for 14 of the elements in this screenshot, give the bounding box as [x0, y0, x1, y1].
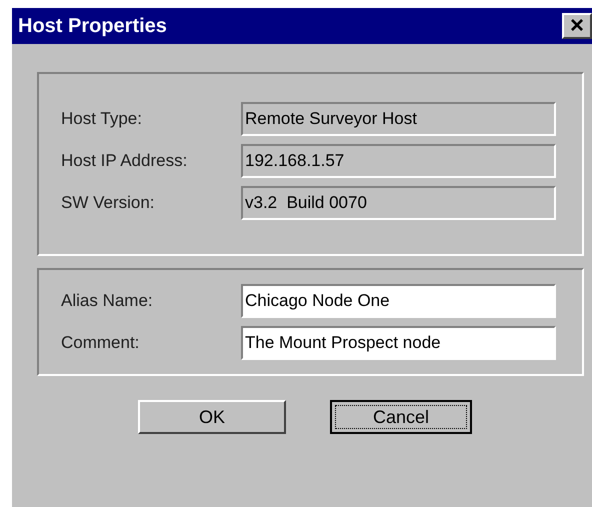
window-title: Host Properties: [18, 14, 167, 39]
read-only-field: Remote Surveyor Host: [241, 102, 556, 136]
input-field[interactable]: Chicago Node One: [241, 284, 556, 318]
field-label: Host IP Address:: [61, 150, 188, 172]
field-label: Host Type:: [61, 108, 143, 130]
read-only-field: v3.2 Build 0070: [241, 186, 556, 220]
read-only-field: 192.168.1.57: [241, 144, 556, 178]
dialog-button[interactable]: OK: [138, 400, 286, 434]
dialog-button[interactable]: Cancel: [330, 400, 472, 434]
field-label: Alias Name:: [61, 290, 154, 312]
input-field[interactable]: The Mount Prospect node: [241, 326, 556, 360]
field-label: Comment:: [61, 332, 140, 354]
close-button[interactable]: ×: [562, 13, 592, 39]
field-label: SW Version:: [61, 192, 156, 214]
